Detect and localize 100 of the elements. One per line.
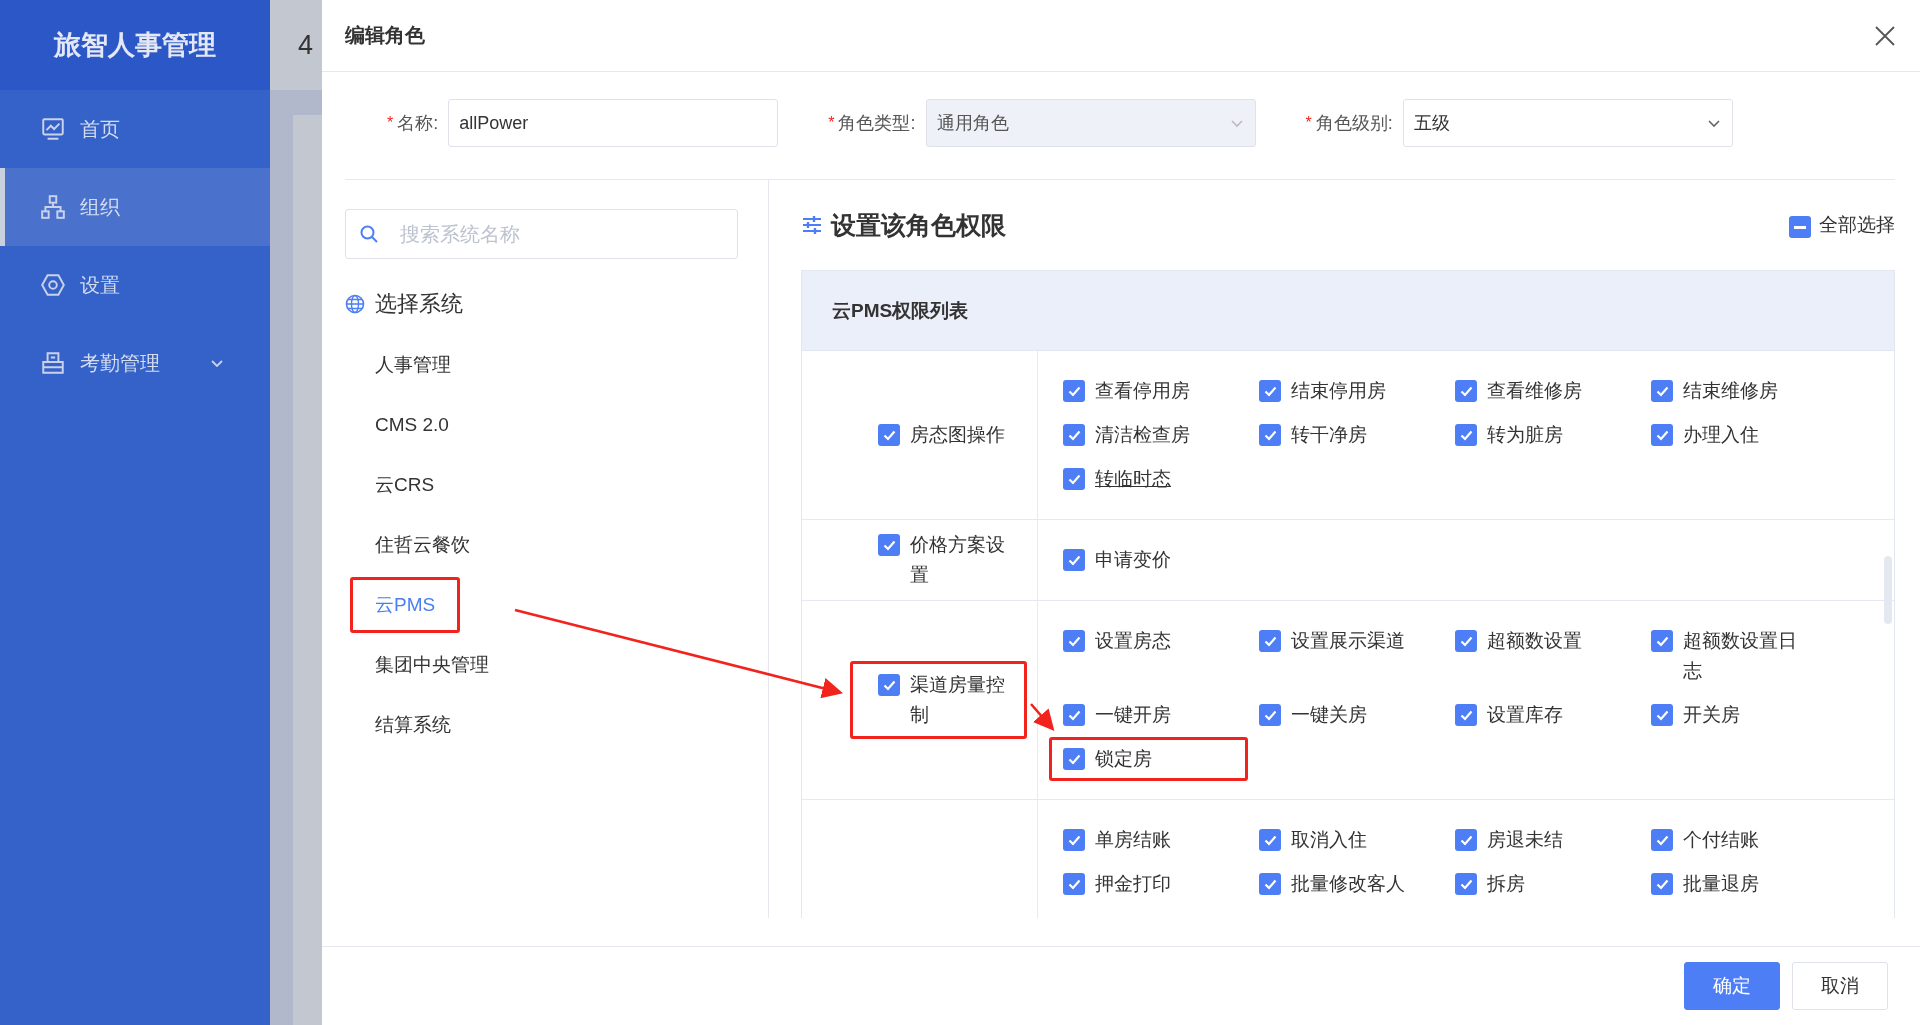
page-heading: 4 [298, 29, 314, 61]
permission-label: 批量退房 [1683, 872, 1759, 896]
permission-label: 一键关房 [1291, 703, 1367, 727]
name-input[interactable]: allPower [448, 99, 779, 147]
field-label: 角色类型: [838, 112, 916, 135]
permission-label: 批量修改客人 [1291, 872, 1405, 896]
permission-label: 超额数设置 [1487, 629, 1582, 653]
checkbox[interactable] [1259, 704, 1281, 726]
checkbox[interactable] [1063, 829, 1085, 851]
close-icon [1874, 24, 1896, 47]
checkbox[interactable] [1063, 549, 1085, 571]
system-item[interactable]: 云PMS [350, 577, 461, 633]
check-icon [1067, 834, 1081, 846]
check-icon [1067, 385, 1081, 397]
permission-label: 设置房态 [1095, 629, 1171, 653]
checkbox[interactable] [1651, 424, 1673, 446]
group-label: 渠道房量控制 [910, 673, 1006, 727]
checkbox[interactable] [1063, 468, 1085, 490]
permission-label: 查看维修房 [1487, 379, 1582, 403]
check-icon [1459, 635, 1473, 647]
permission-label: 结束停用房 [1291, 379, 1386, 403]
check-icon [882, 429, 896, 441]
checkbox[interactable] [878, 424, 900, 446]
check-icon [1459, 429, 1473, 441]
checkbox[interactable] [1063, 630, 1085, 652]
checkbox[interactable] [1259, 380, 1281, 402]
checkbox[interactable] [1651, 704, 1673, 726]
checkbox[interactable] [1455, 424, 1477, 446]
check-icon [1459, 385, 1473, 397]
permission-label: 设置展示渠道 [1291, 629, 1405, 653]
select-field[interactable]: 五级 [1402, 99, 1733, 147]
permission-label: 房退未结 [1487, 828, 1563, 852]
permission-label: 设置库存 [1487, 703, 1563, 727]
checkbox[interactable] [1259, 424, 1281, 446]
check-icon [1263, 878, 1277, 890]
checkbox[interactable] [878, 674, 900, 696]
checkbox[interactable] [1259, 873, 1281, 895]
checkbox[interactable] [1063, 748, 1085, 770]
permission-label: 单房结账 [1095, 828, 1171, 852]
check-icon [1067, 429, 1081, 441]
dialog-title: 编辑角色 [345, 23, 425, 48]
checkbox[interactable] [1455, 630, 1477, 652]
permission-label: 申请变价 [1095, 548, 1171, 572]
sidebar-item[interactable]: 首页 [0, 90, 270, 168]
required-mark: * [387, 114, 394, 132]
checkbox[interactable] [1063, 704, 1085, 726]
globe-icon [345, 294, 365, 314]
checkbox[interactable] [1455, 380, 1477, 402]
sidebar-item[interactable]: 设置 [0, 246, 270, 324]
check-icon [1459, 709, 1473, 721]
checkbox[interactable] [1651, 829, 1673, 851]
permission-label: 一键开房 [1095, 703, 1171, 727]
system-item[interactable]: 结算系统 [350, 697, 476, 753]
checkbox[interactable] [1063, 424, 1085, 446]
field-label: 名称: [397, 112, 439, 135]
search-field[interactable]: 搜索系统名称 [345, 209, 738, 259]
check-icon [1459, 834, 1473, 846]
check-icon [1655, 635, 1669, 647]
system-item[interactable]: CMS 2.0 [350, 399, 474, 451]
required-mark: * [828, 114, 835, 132]
check-icon [1067, 709, 1081, 721]
system-item[interactable]: 住哲云餐饮 [350, 517, 495, 573]
checkbox[interactable] [1455, 704, 1477, 726]
check-icon [1263, 834, 1277, 846]
checkbox[interactable] [1651, 630, 1673, 652]
checkbox[interactable] [1455, 829, 1477, 851]
section-title: 选择系统 [375, 290, 463, 318]
system-item[interactable]: 集团中央管理 [350, 637, 514, 693]
permission-label: 转临时态 [1095, 467, 1171, 491]
table-title: 云PMS权限列表 [832, 298, 969, 323]
permission-label: 开关房 [1683, 703, 1740, 727]
select-all-checkbox[interactable] [1789, 216, 1811, 238]
checkbox[interactable] [1259, 829, 1281, 851]
check-icon [1263, 709, 1277, 721]
sidebar-item[interactable]: 考勤管理 [0, 324, 270, 402]
arrow [1030, 703, 1055, 731]
checkbox[interactable] [1063, 380, 1085, 402]
permission-label: 查看停用房 [1095, 379, 1190, 403]
chart-icon [40, 116, 66, 142]
checkbox[interactable] [1651, 380, 1673, 402]
app-title: 旅智人事管理 [0, 0, 270, 90]
checkbox[interactable] [1651, 873, 1673, 895]
confirm-button[interactable]: 确定 [1684, 962, 1780, 1010]
check-icon [1655, 834, 1669, 846]
required-mark: * [1305, 114, 1312, 132]
permission-label: 个付结账 [1683, 828, 1759, 852]
permission-label: 超额数设置日志 [1683, 629, 1798, 683]
system-item[interactable]: 人事管理 [350, 337, 476, 393]
checkbox[interactable] [1063, 873, 1085, 895]
checkbox[interactable] [1455, 873, 1477, 895]
cancel-button[interactable]: 取消 [1792, 962, 1888, 1010]
check-icon [1067, 554, 1081, 566]
checkbox[interactable] [878, 534, 900, 556]
scrollbar[interactable] [1884, 556, 1892, 624]
check-icon [1067, 473, 1081, 485]
printer-icon [40, 350, 66, 376]
checkbox[interactable] [1259, 630, 1281, 652]
check-icon [1067, 635, 1081, 647]
select-all-label: 全部选择 [1819, 213, 1895, 237]
system-item[interactable]: 云CRS [350, 457, 460, 513]
